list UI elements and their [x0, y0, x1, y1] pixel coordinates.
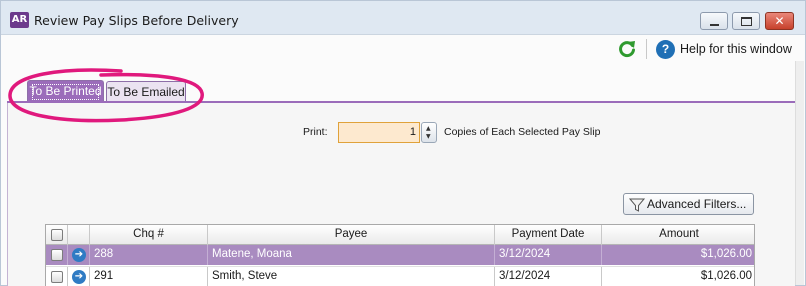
select-all-checkbox[interactable]	[51, 229, 63, 241]
title-bar[interactable]: AR Review Pay Slips Before Delivery ✕	[1, 1, 805, 35]
review-pay-slips-window: AR Review Pay Slips Before Delivery ✕ ? …	[0, 0, 806, 286]
table-header: Chq # Payee Payment Date Amount	[46, 225, 754, 245]
print-label: Print:	[303, 126, 328, 138]
help-link[interactable]: Help for this window	[680, 42, 792, 56]
column-header-payment-date[interactable]: Payment Date	[495, 225, 602, 245]
pay-slips-table: Chq # Payee Payment Date Amount ➔ 288 Ma…	[45, 224, 755, 286]
refresh-icon[interactable]	[617, 39, 637, 59]
copies-description: Copies of Each Selected Pay Slip	[444, 126, 601, 138]
close-icon: ✕	[774, 14, 785, 28]
table-row[interactable]: ➔ 291 Smith, Steve 3/12/2024 $1,026.00	[46, 266, 754, 286]
cell-payee: Smith, Steve	[208, 267, 495, 286]
tab-label: To Be Emailed	[107, 85, 185, 99]
row-arrow-cell[interactable]: ➔	[68, 267, 90, 286]
maximize-button[interactable]	[732, 12, 760, 30]
tab-to-be-printed[interactable]: To Be Printed	[27, 80, 104, 102]
cell-chq: 291	[90, 267, 208, 286]
toolbar-separator	[646, 39, 647, 59]
cell-amount: $1,026.00	[700, 248, 752, 260]
cell-payee: Matene, Moana	[208, 245, 495, 265]
row-checkbox[interactable]	[51, 271, 63, 283]
row-select-cell[interactable]	[46, 245, 68, 265]
minimize-button[interactable]	[700, 12, 728, 30]
column-header-payee[interactable]: Payee	[208, 225, 495, 245]
cell-payment-date: 3/12/2024	[495, 267, 602, 286]
spin-down-icon[interactable]: ▼	[426, 133, 431, 140]
row-arrow-cell[interactable]: ➔	[68, 245, 90, 265]
cell-amount: $1,026.00	[700, 270, 752, 282]
table-row[interactable]: ➔ 288 Matene, Moana 3/12/2024 $1,026.00	[46, 245, 754, 265]
row-checkbox[interactable]	[51, 249, 63, 261]
zoom-arrow-icon[interactable]: ➔	[72, 270, 86, 284]
close-button[interactable]: ✕	[765, 12, 794, 30]
row-select-cell[interactable]	[46, 267, 68, 286]
window-title: Review Pay Slips Before Delivery	[34, 13, 239, 28]
app-logo-icon: AR	[10, 12, 29, 28]
header-arrow-cell	[68, 225, 90, 245]
zoom-arrow-icon[interactable]: ➔	[72, 248, 86, 262]
cell-payment-date: 3/12/2024	[495, 245, 602, 265]
maximize-icon	[741, 17, 752, 26]
minimize-icon	[710, 24, 719, 26]
copies-input[interactable]: 1	[338, 122, 420, 143]
help-icon[interactable]: ?	[656, 40, 675, 59]
cell-chq: 288	[90, 245, 208, 265]
tab-focus-outline	[32, 84, 99, 100]
advanced-filters-label: Advanced Filters...	[647, 197, 747, 211]
column-header-amount[interactable]: Amount	[602, 225, 754, 245]
spin-up-icon[interactable]: ▲	[426, 125, 431, 132]
tab-to-be-emailed[interactable]: To Be Emailed	[106, 81, 186, 102]
vertical-scrollbar[interactable]	[795, 61, 804, 285]
copies-spinner[interactable]: ▲ ▼	[421, 122, 437, 143]
column-header-chq[interactable]: Chq #	[90, 225, 208, 245]
advanced-filters-button[interactable]: Advanced Filters...	[623, 193, 754, 215]
funnel-icon	[629, 198, 645, 212]
select-all-cell[interactable]	[46, 225, 68, 245]
